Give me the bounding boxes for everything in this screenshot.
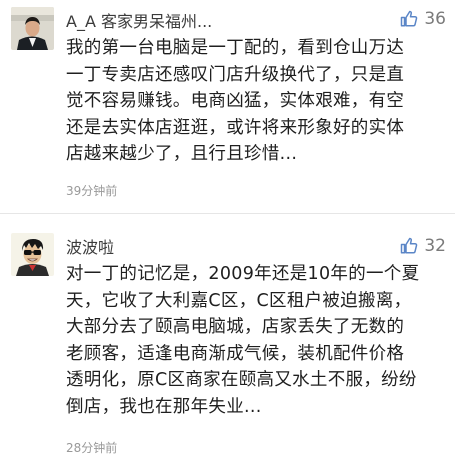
comment-line: 老顾客，适逢电商渐成气候，装机配件价格 [66,343,405,364]
like-button[interactable]: 32 [400,234,446,258]
comment-line: 还是去实体店逛逛，或许将来形象好的实体 [66,117,405,138]
comment-line: 大部分去了颐高电脑城，店家丢失了无数的 [66,317,405,337]
username[interactable]: A_A 客家男呆福州... [66,8,212,32]
comment-line: 倒店，我也在那年失业... [66,396,262,417]
like-count: 32 [424,236,446,256]
comment-line: 觉不容易赚钱。电商凶猛，实体艰难，有空 [66,91,405,111]
comment-line: 我的第一台电脑是一丁配的，看到仓山万达 [66,38,405,58]
comment-line: 店越来越少了，且行且珍惜... [66,144,298,164]
avatar-image [11,233,54,276]
avatar[interactable] [11,233,54,276]
comment-line: 对一丁的记忆是，2009年还是10年的一个夏 [66,264,420,284]
comment-line: 天，它收了大利嘉C区，C区租户被迫搬离， [66,290,412,311]
comment-text: 我的第一台电脑是一丁配的，看到仓山万达 一丁专卖店还感叹门店升级换代了，只是直 … [66,35,448,168]
avatar-image [11,7,54,50]
avatar[interactable] [11,7,54,50]
comment-line: 一丁专卖店还感叹门店升级换代了，只是直 [66,64,405,85]
like-button[interactable]: 36 [400,7,446,31]
comment-item: A_A 客家男呆福州... 36 我的第一台电脑是一丁配的，看到仓山万达 一丁专… [0,0,455,214]
comment-text: 对一丁的记忆是，2009年还是10年的一个夏 天，它收了大利嘉C区，C区租户被迫… [66,261,448,420]
username[interactable]: 波波啦 [66,234,114,258]
like-count: 36 [424,9,446,29]
thumbs-up-icon [401,10,418,27]
comment-item: 波波啦 32 对一丁的记忆是，2009年还是10年的一个夏 天，它收了大利嘉C区… [0,214,455,467]
comment-timestamp: 28分钟前 [66,441,118,455]
comment-line: 透明化，原C区商家在颐高又水土不服，纷纷 [66,370,417,390]
comment-timestamp: 39分钟前 [66,184,118,198]
thumbs-up-icon [401,237,418,254]
